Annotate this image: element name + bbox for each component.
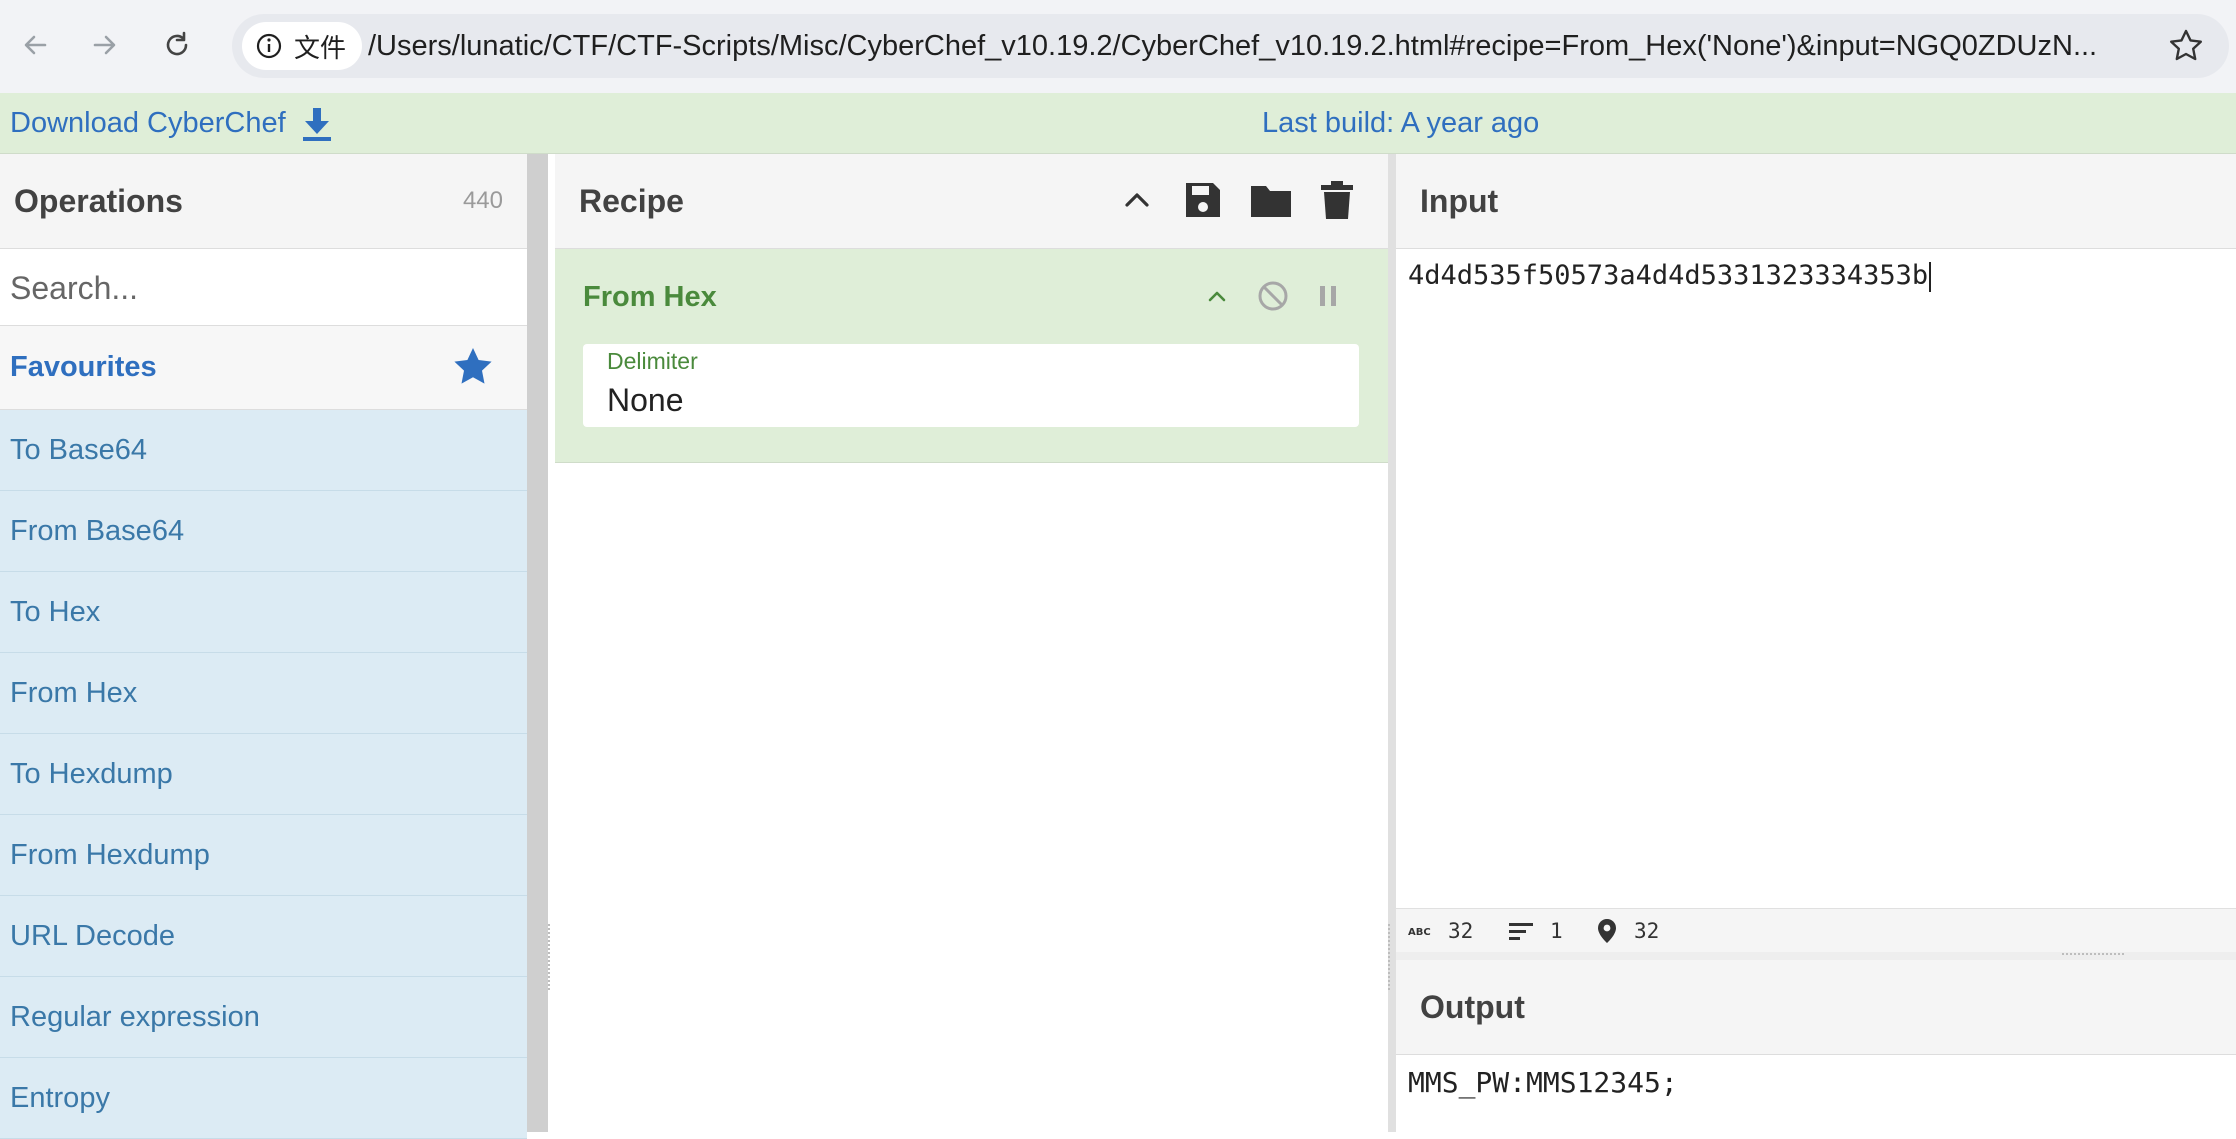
lines-icon — [1509, 923, 1533, 940]
bookmark-star-icon[interactable] — [2166, 26, 2206, 66]
input-textarea[interactable]: 4d4d535f50573a4d4d5331323334353b — [1408, 260, 1932, 292]
operation-item[interactable]: To Hex — [0, 572, 527, 653]
delimiter-field[interactable]: Delimiter None — [583, 344, 1359, 427]
trash-icon — [1321, 181, 1353, 219]
input-title: Input — [1420, 183, 1499, 219]
disable-operation-button[interactable] — [1253, 276, 1293, 316]
input-status-bar: ABC 32 1 32 — [1396, 908, 2236, 953]
operation-item[interactable]: To Base64 — [0, 410, 527, 491]
chevron-up-icon — [1125, 193, 1149, 207]
save-icon — [1186, 183, 1220, 217]
operation-item[interactable]: From Hex — [0, 653, 527, 734]
line-count: 1 — [1508, 909, 1563, 953]
operations-search — [0, 249, 527, 327]
operations-header: Operations 440 — [0, 154, 527, 249]
output-panel: Output MMS_PW:MMS12345; — [1396, 960, 2236, 1132]
chevron-up-icon — [1208, 291, 1226, 302]
arrow-right-icon — [93, 35, 116, 55]
recipe-title: Recipe — [579, 183, 684, 219]
svg-text:ABC: ABC — [1408, 927, 1431, 938]
site-info-chip[interactable]: 文件 — [242, 22, 362, 70]
input-text[interactable]: 4d4d535f50573a4d4d5331323334353b — [1408, 260, 1928, 291]
output-text[interactable]: MMS_PW:MMS12345; — [1408, 1066, 1678, 1099]
char-count: ABC 32 — [1408, 909, 1473, 953]
column-resize-handle[interactable] — [548, 924, 554, 990]
input-header: Input — [1396, 154, 2236, 249]
cyberchef-banner: Download CyberChef Last build: A year ag… — [0, 93, 2236, 154]
star-icon[interactable] — [452, 346, 494, 388]
operation-item[interactable]: From Base64 — [0, 491, 527, 572]
info-icon — [256, 33, 282, 59]
input-panel: Input 4d4d535f50573a4d4d5331323334353b A… — [1396, 154, 2236, 953]
forward-button[interactable] — [82, 22, 128, 68]
char-count-value: 32 — [1448, 919, 1474, 943]
column-resize-handle[interactable] — [1388, 924, 1394, 990]
row-divider[interactable] — [1396, 952, 2236, 960]
recipe-operation-name: From Hex — [583, 281, 717, 313]
collapse-all-button[interactable] — [1115, 178, 1159, 222]
hide-args-button[interactable] — [1197, 276, 1237, 316]
folder-icon — [1251, 186, 1291, 217]
output-header: Output — [1396, 960, 2236, 1055]
url-text[interactable]: /Users/lunatic/CTF/CTF-Scripts/Misc/Cybe… — [368, 14, 2098, 78]
text-cursor — [1929, 261, 1932, 292]
reload-button[interactable] — [154, 22, 200, 68]
search-input[interactable] — [0, 249, 512, 327]
cursor-position-value: 32 — [1634, 919, 1660, 943]
reload-icon — [166, 31, 188, 56]
clear-recipe-button[interactable] — [1315, 178, 1359, 222]
operations-panel: Operations 440 Favourites To Base64 From… — [0, 154, 527, 1139]
operation-item[interactable]: To Hexdump — [0, 734, 527, 815]
recipe-operation[interactable]: From Hex Delimiter None — [555, 249, 1388, 463]
last-build-text: Last build: A year ago — [1262, 107, 1540, 139]
column-divider[interactable] — [1388, 154, 1396, 1132]
row-resize-handle[interactable] — [2062, 953, 2124, 957]
operation-item[interactable]: URL Decode — [0, 896, 527, 977]
recipe-header: Recipe — [555, 154, 1388, 249]
location-pin-icon — [1598, 919, 1616, 943]
breakpoint-button[interactable] — [1308, 276, 1348, 316]
recipe-panel: Recipe From Hex Delimiter None — [555, 154, 1388, 1132]
delimiter-value[interactable]: None — [607, 382, 684, 419]
favourites-category[interactable]: Favourites — [0, 326, 527, 410]
operation-item[interactable]: Entropy — [0, 1058, 527, 1139]
operation-item[interactable]: Regular expression — [0, 977, 527, 1058]
cursor-position: 32 — [1596, 909, 1659, 953]
operations-scrollbar[interactable] — [527, 154, 550, 1132]
arrow-left-icon — [24, 35, 47, 55]
line-count-value: 1 — [1550, 919, 1563, 943]
delimiter-label: Delimiter — [607, 348, 698, 374]
save-recipe-button[interactable] — [1181, 178, 1225, 222]
load-recipe-button[interactable] — [1249, 178, 1293, 222]
download-cyberchef-link[interactable]: Download CyberChef — [10, 93, 286, 153]
download-icon[interactable] — [300, 106, 334, 142]
browser-toolbar: 文件 /Users/lunatic/CTF/CTF-Scripts/Misc/C… — [0, 0, 2236, 94]
site-chip-label: 文件 — [294, 33, 347, 64]
back-button[interactable] — [12, 22, 58, 68]
address-bar[interactable]: 文件 /Users/lunatic/CTF/CTF-Scripts/Misc/C… — [232, 14, 2229, 78]
output-title: Output — [1420, 989, 1525, 1025]
operations-title: Operations — [14, 183, 183, 219]
operation-list: To Base64 From Base64 To Hex From Hex To… — [0, 410, 527, 1139]
abc-icon: ABC — [1408, 927, 1431, 938]
operation-item[interactable]: From Hexdump — [0, 815, 527, 896]
disable-icon — [1258, 281, 1288, 311]
pause-icon — [1320, 286, 1336, 306]
operations-count: 440 — [462, 187, 503, 214]
favourites-label: Favourites — [10, 351, 157, 383]
